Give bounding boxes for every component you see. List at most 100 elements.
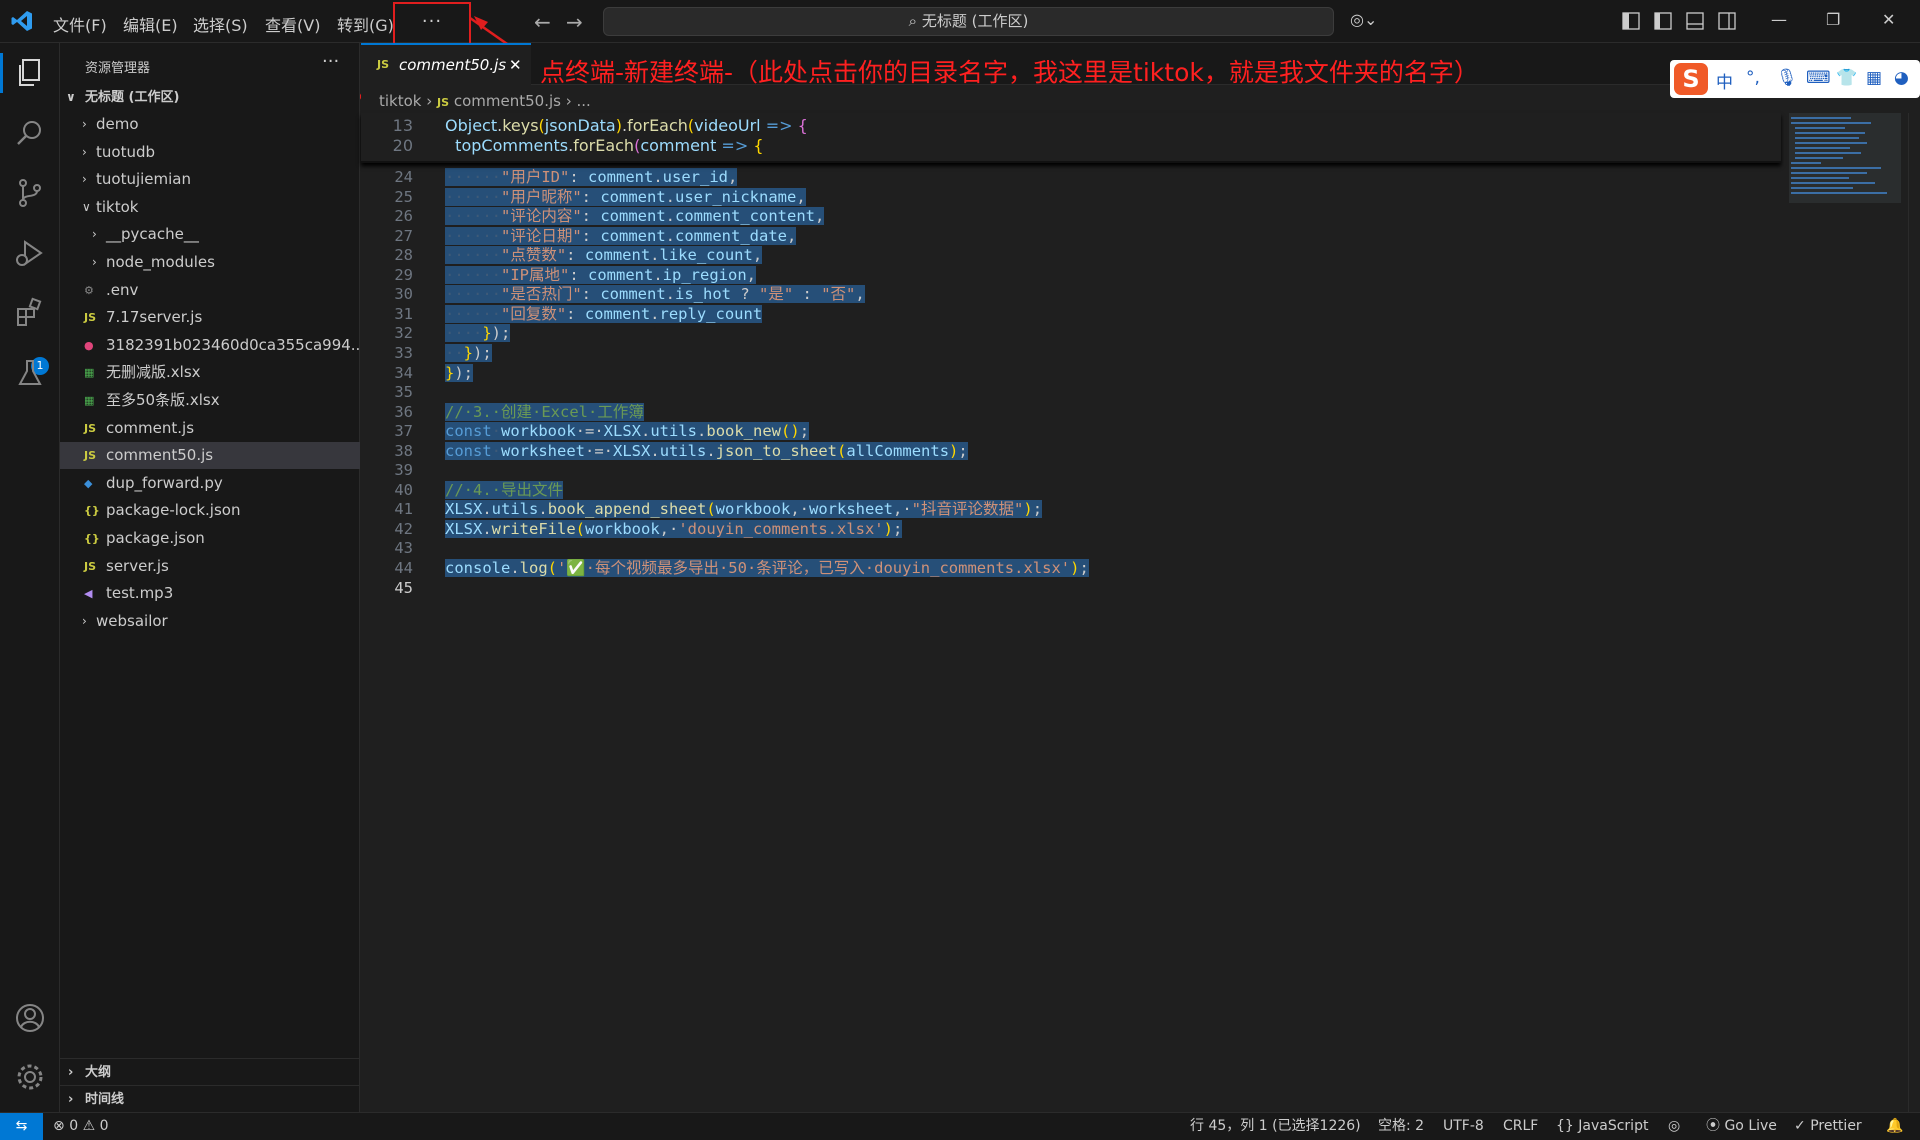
line-ending[interactable]: CRLF [1503, 1113, 1538, 1140]
tree-file[interactable]: ▦ 无删减版.xlsx [60, 359, 360, 386]
explorer-more-icon[interactable]: ··· [322, 51, 339, 72]
explorer-title: 资源管理器 [85, 61, 151, 76]
chevron-right-icon: › [68, 1092, 74, 1107]
tree-folder[interactable]: › tuotudb [60, 139, 360, 166]
ime-mascot-icon[interactable]: ◕ [1894, 68, 1909, 88]
annotation-text: 点终端-新建终端-（此处点击你的目录名字，我这里是tiktok，就是我文件夹的名… [540, 58, 1479, 87]
tree-file[interactable]: JS comment50.js [60, 442, 360, 470]
chevron-down-icon: ∨ [66, 90, 76, 104]
source-control-icon[interactable] [13, 176, 47, 210]
microphone-icon[interactable]: 🎙 [1776, 68, 1798, 88]
tree-folder[interactable]: › websailor [60, 608, 360, 635]
tree-file[interactable]: JS 7.17server.js [60, 304, 360, 331]
tree-item-label: tuotudb [96, 142, 155, 161]
close-tab-icon[interactable]: ✕ [509, 45, 522, 85]
extensions-icon[interactable] [13, 296, 47, 330]
tab-label: comment50.js [399, 56, 507, 74]
minimap[interactable] [1789, 113, 1901, 203]
tree-file[interactable]: {} package-lock.json [60, 497, 360, 524]
tree-folder[interactable]: ∨ tiktok [60, 194, 360, 221]
chevron-right-icon: › [82, 613, 87, 628]
status-bar: ⇆ ⊗ 0 ⚠ 0 行 45，列 1 (已选择1226) 空格: 2 UTF-8… [0, 1112, 1920, 1140]
xlsx-file-icon: ▦ [84, 394, 95, 407]
chevron-right-icon: › [82, 172, 87, 187]
chevron-down-icon: ∨ [82, 199, 91, 214]
tree-folder[interactable]: › demo [60, 111, 360, 138]
code-text: topComments.forEach(comment => { [455, 136, 764, 155]
warning-count: 0 [99, 1118, 109, 1134]
outline-section[interactable]: › 大纲 [60, 1058, 360, 1085]
outline-label: 大纲 [85, 1065, 112, 1080]
tree-item-label: .env [106, 280, 139, 299]
testing-icon[interactable] [13, 356, 47, 390]
tree-folder[interactable]: › tuotujiemian [60, 166, 360, 193]
tree-item-label: package-lock.json [106, 501, 241, 520]
timeline-section[interactable]: › 时间线 [60, 1085, 360, 1112]
vertical-scrollbar[interactable] [1908, 113, 1920, 1113]
chevron-right-icon: › [82, 144, 87, 159]
tree-file[interactable]: JS server.js [60, 553, 360, 580]
problems-indicator[interactable]: ⊗ 0 ⚠ 0 [53, 1113, 109, 1140]
chevron-right-icon: › [82, 117, 87, 131]
notifications-bell-icon[interactable]: 🔔 [1886, 1113, 1903, 1140]
tree-item-label: 无删减版.xlsx [106, 363, 201, 382]
cursor-position[interactable]: 行 45，列 1 (已选择1226) [1190, 1113, 1361, 1140]
search-view-icon[interactable] [13, 116, 47, 150]
chevron-right-icon: › [92, 227, 97, 242]
breadcrumb-folder[interactable]: tiktok [379, 92, 421, 110]
check-icon: ✓ [1794, 1118, 1811, 1134]
tree-item-label: tuotujiemian [96, 170, 191, 189]
remote-icon[interactable]: ⇆ [0, 1113, 43, 1140]
run-debug-icon[interactable] [13, 236, 47, 270]
warning-icon: ⚠ [82, 1118, 100, 1134]
breadcrumb-file[interactable]: comment50.js [454, 92, 561, 110]
tree-item-label: __pycache__ [106, 225, 199, 244]
chevron-right-icon: › [565, 92, 577, 110]
encoding[interactable]: UTF-8 [1443, 1113, 1484, 1140]
go-live-button[interactable]: ⦿ Go Live [1706, 1113, 1777, 1140]
error-count: 0 [69, 1118, 79, 1134]
tab-comment50[interactable]: JS comment50.js ✕ [361, 43, 531, 85]
js-file-icon: JS [377, 58, 390, 71]
go-live-label: Go Live [1724, 1118, 1777, 1134]
explorer-sidebar: 资源管理器 ··· ∨ 无标题 (工作区) › demo › tuotudb › tuot… [60, 43, 360, 1112]
settings-gear-icon[interactable] [13, 1060, 47, 1094]
tree-file[interactable]: {} package.json [60, 525, 360, 552]
tree-item-label: comment50.js [106, 446, 214, 465]
code-line[interactable]: 45 [361, 576, 1781, 600]
js-file-icon: JS [84, 449, 97, 463]
workspace-header[interactable]: ∨ 无标题 (工作区) [60, 84, 360, 111]
sticky-scroll[interactable]: 13 Object.keys(jsonData).forEach(videoUrl… [361, 113, 1781, 163]
code-line[interactable]: 20 topComments.forEach(comment => { [361, 134, 1781, 158]
tree-file[interactable]: ◆ dup_forward.py [60, 470, 360, 497]
tree-folder[interactable]: › node_modules [60, 249, 360, 276]
tree-folder[interactable]: › __pycache__ [60, 221, 360, 248]
keyboard-icon[interactable]: ⌨ [1806, 68, 1831, 88]
toolbox-icon[interactable]: ▦ [1866, 68, 1882, 88]
tree-file[interactable]: ⚙ .env [60, 277, 360, 304]
prettier-button[interactable]: ✓ Prettier [1794, 1113, 1862, 1140]
activity-bar: 1 [0, 43, 60, 1112]
breadcrumb-symbol[interactable]: ... [577, 92, 591, 110]
account-icon[interactable] [13, 1001, 47, 1035]
tree-file[interactable]: ▦ 至多50条版.xlsx [60, 387, 360, 414]
line-number: 20 [392, 136, 413, 155]
tree-file[interactable]: JS comment.js [60, 415, 360, 442]
tree-item-label: dup_forward.py [106, 473, 223, 492]
ime-toolbar[interactable]: S 中 °, 🎙 ⌨ 👕 ▦ ◕ [1670, 60, 1920, 98]
line-number: 45 [394, 578, 413, 597]
tree-file[interactable]: ● 3182391b023460d0ca355ca994... [60, 332, 360, 359]
tree-file[interactable]: ◀ test.mp3 [60, 580, 360, 607]
ime-punctuation[interactable]: °, [1746, 68, 1760, 88]
tree-item-label: websailor [96, 611, 168, 630]
indentation[interactable]: 空格: 2 [1378, 1113, 1424, 1140]
tree-item-label: package.json [106, 529, 205, 547]
ime-chinese-mode[interactable]: 中 [1716, 68, 1733, 93]
skin-icon[interactable]: 👕 [1836, 68, 1857, 88]
json-file-icon: {} [84, 532, 100, 545]
chevron-right-icon: › [426, 92, 438, 110]
explorer-icon[interactable] [13, 56, 47, 90]
language-mode[interactable]: {} JavaScript [1556, 1113, 1648, 1140]
sogou-logo-icon: S [1674, 63, 1708, 95]
copilot-status-icon[interactable]: ◎ [1668, 1113, 1680, 1140]
